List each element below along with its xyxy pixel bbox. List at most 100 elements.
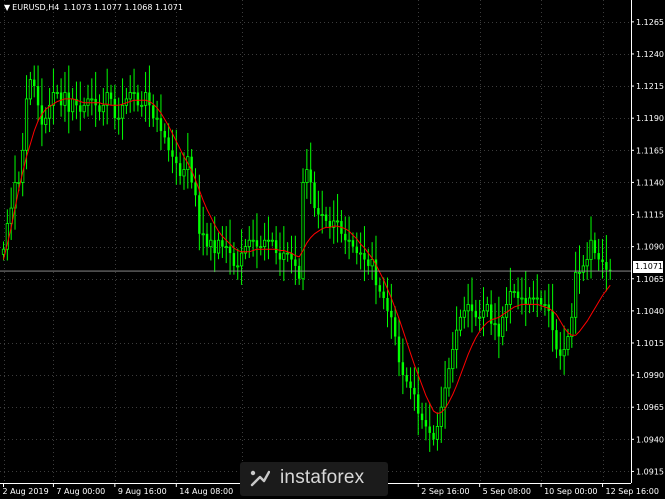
candle-body-bear: [413, 387, 416, 395]
candle-body-bear: [36, 86, 40, 106]
candle-body-bull: [266, 239, 271, 242]
price-tick-label: 1.1140: [636, 178, 664, 187]
candle-body-bull: [247, 239, 251, 248]
candle-body-bull: [282, 252, 286, 260]
candle-body-bear: [232, 253, 236, 266]
candle-body-bear: [344, 233, 347, 241]
candle-body-bear: [228, 246, 232, 254]
candle-body-bull: [320, 214, 324, 216]
candle-body-bull: [236, 265, 240, 268]
candle-body-bull: [577, 271, 582, 274]
candle-body-bull: [90, 98, 94, 101]
candle-body-bear: [605, 262, 608, 270]
candle-body-bull: [512, 291, 516, 293]
candle-body-bear: [167, 137, 170, 151]
candle-body-bull: [44, 117, 48, 126]
candle-body-bull: [224, 246, 228, 249]
candle-body-bull: [209, 239, 213, 248]
instaforex-watermark: instaforex: [240, 462, 388, 496]
candle-body-bull: [447, 368, 451, 389]
candle-body-bear: [213, 240, 216, 254]
candle-body-bear: [205, 233, 209, 247]
candle-body-bull: [570, 316, 574, 337]
candle-body-bull: [263, 239, 267, 248]
candle-body-bear: [274, 240, 278, 254]
candle-body-bull: [508, 291, 512, 305]
candle-body-bull: [305, 169, 309, 183]
candle-body-bear: [67, 92, 70, 112]
candle-body-bull: [128, 92, 132, 100]
candle-body-bear: [317, 208, 320, 215]
candle-body-bull: [259, 246, 263, 249]
candle-body-bull: [132, 92, 136, 94]
candle-body-bear: [198, 195, 201, 234]
candle-body-bull: [589, 239, 593, 260]
candle-body-bear: [94, 98, 97, 106]
candle-body-bull: [182, 169, 186, 177]
candle-body-bear: [378, 285, 382, 292]
candle-body-bull: [566, 336, 570, 350]
candle-body-bull: [562, 349, 566, 357]
candle-body-bull: [504, 304, 509, 318]
time-tick-label: 5 Sep 08:00: [483, 487, 531, 496]
candle-body-bull: [439, 406, 443, 427]
candle-body-bear: [255, 240, 259, 247]
candle-body-bull: [82, 104, 86, 113]
candle-body-bull: [335, 220, 340, 223]
candle-body-bull: [301, 182, 305, 280]
watermark-text: instaforex: [280, 467, 365, 488]
candle-body-bear: [178, 163, 182, 176]
candle-body-bull: [520, 297, 524, 300]
candle-body-bear: [355, 246, 358, 254]
candle-body-bull: [155, 117, 159, 120]
price-tick-label: 1.0940: [636, 435, 664, 444]
dropdown-triangle-icon[interactable]: ▼: [4, 3, 10, 12]
price-chart[interactable]: 1.1265 1.1240 1.1215 1.1190 1.1165 1.1140 1.11…: [0, 0, 665, 499]
candle-body-bear: [555, 330, 558, 350]
candle-body-bull: [501, 316, 505, 337]
price-axis: 1.1265 1.1240 1.1215 1.1190 1.1165 1.1140 1.11…: [631, 18, 664, 476]
price-tick-label: 1.0965: [636, 403, 664, 412]
candle-body-bull: [120, 104, 125, 119]
time-tick-label: 2 Aug 2019: [3, 487, 49, 496]
candle-body-bull: [101, 104, 105, 113]
candle-body-bear: [363, 253, 366, 260]
time-tick-label: 10 Sep 00:00: [544, 487, 597, 496]
candle-body-bear: [601, 259, 604, 263]
candle-body-bull: [451, 349, 455, 370]
moving-average-line: [3, 98, 611, 415]
candle-body-bear: [194, 182, 197, 196]
candle-body-bull: [359, 252, 363, 255]
time-tick-label: 2 Sep 16:00: [421, 487, 469, 496]
candle-body-bull: [86, 98, 90, 106]
candle-body-bear: [397, 336, 401, 363]
candle-body-bear: [516, 291, 520, 299]
candle-body-bull: [478, 316, 482, 319]
candle-body-bear: [79, 105, 82, 112]
time-tick-label: 7 Aug 00:00: [56, 487, 105, 496]
candle-body-bear: [424, 420, 428, 427]
candle-body-bear: [390, 310, 393, 318]
chart-axes: [0, 0, 632, 484]
candle-body-bear: [551, 310, 554, 331]
candle-body-bull: [270, 239, 274, 242]
price-tick-label: 1.1065: [636, 275, 664, 284]
price-tick-label: 1.1115: [636, 211, 664, 220]
time-tick-label: 12 Sep 16:00: [606, 487, 659, 496]
candle-body-bear: [428, 426, 431, 433]
price-tick-label: 1.0915: [636, 467, 664, 476]
candle-body-bull: [117, 117, 121, 120]
candle-body-bear: [163, 131, 166, 138]
price-tick-label: 1.1240: [636, 50, 664, 59]
time-tick-label: 14 Aug 08:00: [179, 487, 233, 496]
candle-body-bear: [278, 253, 282, 260]
candle-body-bull: [458, 316, 463, 331]
candle-body-bear: [470, 304, 474, 311]
candle-body-bear: [405, 375, 408, 382]
price-tick-label: 1.1165: [636, 146, 664, 155]
candle-body-bear: [401, 362, 405, 376]
candle-body-bull: [286, 252, 290, 255]
chart-header: ▼ EURUSD,H4 1.1073 1.1077 1.1068 1.1071: [4, 3, 183, 12]
candle-body-bull: [28, 79, 32, 100]
candle-body-bear: [597, 253, 600, 260]
